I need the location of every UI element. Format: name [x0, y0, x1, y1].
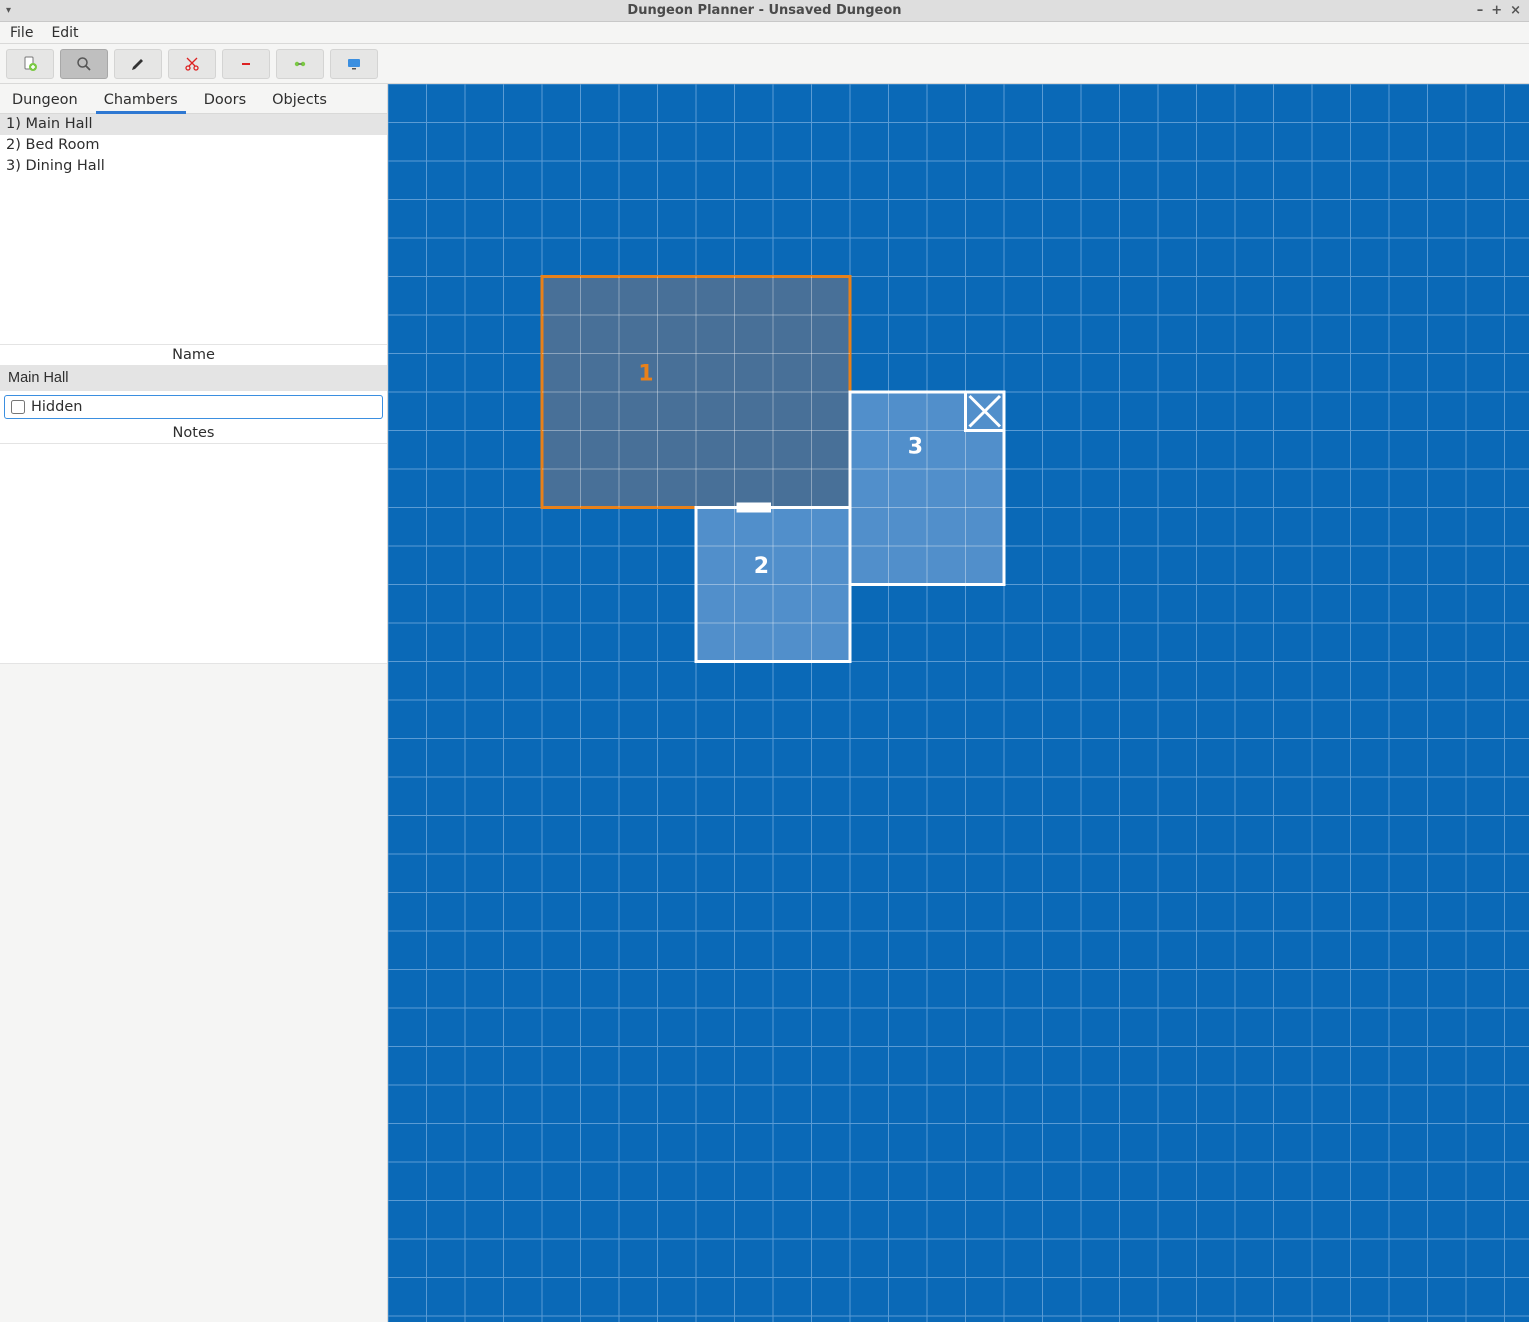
monitor-icon [346, 56, 362, 72]
tool-pencil[interactable] [114, 49, 162, 79]
link-icon [292, 56, 308, 72]
toolbar [0, 44, 1529, 84]
list-item[interactable]: 2) Bed Room [0, 135, 387, 156]
hidden-label: Hidden [31, 399, 82, 415]
document-add-icon [22, 56, 38, 72]
hidden-checkbox-row[interactable]: Hidden [4, 395, 383, 419]
tool-delete[interactable] [222, 49, 270, 79]
list-item[interactable]: 1) Main Hall [0, 114, 387, 135]
name-input[interactable] [0, 365, 387, 391]
pencil-icon [130, 56, 146, 72]
tool-pan-zoom[interactable] [60, 49, 108, 79]
window-close-button[interactable]: × [1510, 3, 1521, 18]
scissors-icon [184, 56, 200, 72]
menu-file[interactable]: File [4, 23, 39, 43]
door[interactable] [737, 503, 772, 513]
notes-textarea[interactable] [0, 443, 387, 663]
room-label: 2 [754, 554, 769, 579]
hidden-checkbox[interactable] [11, 400, 25, 414]
chamber-list[interactable]: 1) Main Hall2) Bed Room3) Dining Hall [0, 114, 387, 344]
list-item[interactable]: 3) Dining Hall [0, 156, 387, 177]
panel-empty-area [0, 663, 387, 1322]
window-title: Dungeon Planner - Unsaved Dungeon [0, 3, 1529, 18]
room-label: 3 [908, 435, 923, 460]
window-titlebar: ▾ Dungeon Planner - Unsaved Dungeon – + … [0, 0, 1529, 22]
tab-objects[interactable]: Objects [268, 88, 331, 113]
tool-cut[interactable] [168, 49, 216, 79]
tab-doors[interactable]: Doors [200, 88, 250, 113]
map-canvas[interactable]: 1 2 3 [388, 84, 1529, 1322]
tool-new-chamber[interactable] [6, 49, 54, 79]
side-panel: Dungeon Chambers Doors Objects 1) Main H… [0, 84, 388, 1322]
minus-icon [238, 56, 254, 72]
magnifier-icon [76, 56, 92, 72]
menu-edit[interactable]: Edit [45, 23, 84, 43]
tab-chambers[interactable]: Chambers [100, 88, 182, 113]
menubar: File Edit [0, 22, 1529, 44]
window-menu-icon[interactable]: ▾ [0, 5, 17, 16]
tab-dungeon[interactable]: Dungeon [8, 88, 82, 113]
tool-display[interactable] [330, 49, 378, 79]
tool-link[interactable] [276, 49, 324, 79]
side-tabs: Dungeon Chambers Doors Objects [0, 84, 387, 114]
name-label: Name [0, 345, 387, 365]
window-minimize-button[interactable]: – [1477, 3, 1484, 18]
window-maximize-button[interactable]: + [1491, 3, 1502, 18]
room-label: 1 [638, 361, 653, 386]
notes-label: Notes [0, 423, 387, 443]
